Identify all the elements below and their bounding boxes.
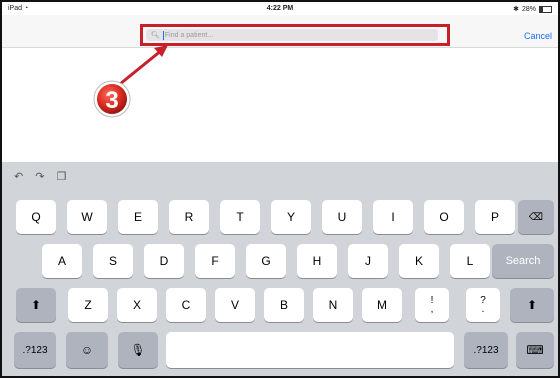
key-t[interactable]: T — [220, 200, 260, 234]
key-l[interactable]: L — [450, 244, 490, 278]
key-w[interactable]: W — [67, 200, 107, 234]
undo-icon[interactable]: ↶ — [14, 170, 23, 183]
key-e[interactable]: E — [118, 200, 158, 234]
key-d[interactable]: D — [144, 244, 184, 278]
onscreen-keyboard: ↶ ↷ ❐ QWERTYUIOP ⌫ ASDFGHJKL Search ⬆ ZX… — [2, 162, 558, 376]
key-b[interactable]: B — [264, 288, 304, 322]
emoji-icon[interactable]: ☺ — [66, 332, 108, 368]
key-r[interactable]: R — [169, 200, 209, 234]
key-j[interactable]: J — [348, 244, 388, 278]
key-k[interactable]: K — [399, 244, 439, 278]
key-s[interactable]: S — [93, 244, 133, 278]
step-number: 3 — [105, 87, 118, 114]
key-f[interactable]: F — [195, 244, 235, 278]
app-window: iPad ◔ 4:22 PM ✱ 28% 🔍︎ Find a patient..… — [0, 0, 560, 378]
question-period-key[interactable]: ?. — [466, 288, 500, 322]
key-m[interactable]: M — [362, 288, 402, 322]
key-y[interactable]: Y — [271, 200, 311, 234]
key-a[interactable]: A — [42, 244, 82, 278]
exclamation-comma-key[interactable]: !, — [415, 288, 449, 322]
key-x[interactable]: X — [117, 288, 157, 322]
key-u[interactable]: U — [322, 200, 362, 234]
shift-right-key[interactable]: ⬆ — [510, 288, 554, 322]
key-z[interactable]: Z — [68, 288, 108, 322]
key-g[interactable]: G — [246, 244, 286, 278]
numbers-key-right[interactable]: .?123 — [464, 332, 508, 368]
redo-icon[interactable]: ↷ — [35, 170, 44, 183]
microphone-icon[interactable]: 🎙︎ — [118, 332, 158, 368]
key-p[interactable]: P — [475, 200, 515, 234]
backspace-key[interactable]: ⌫ — [518, 200, 554, 234]
shift-left-key[interactable]: ⬆ — [16, 288, 56, 322]
space-key[interactable] — [166, 332, 454, 368]
key-h[interactable]: H — [297, 244, 337, 278]
key-o[interactable]: O — [424, 200, 464, 234]
key-n[interactable]: N — [313, 288, 353, 322]
paste-icon[interactable]: ❐ — [56, 170, 66, 183]
numbers-key-left[interactable]: .?123 — [14, 332, 56, 368]
key-q[interactable]: Q — [16, 200, 56, 234]
key-i[interactable]: I — [373, 200, 413, 234]
key-c[interactable]: C — [166, 288, 206, 322]
annotation-arrow — [119, 48, 163, 86]
keyboard-shortcut-bar: ↶ ↷ ❐ — [14, 170, 66, 183]
key-v[interactable]: V — [215, 288, 255, 322]
hide-keyboard-icon[interactable]: ⌨ — [516, 332, 554, 368]
search-key[interactable]: Search — [492, 244, 554, 278]
